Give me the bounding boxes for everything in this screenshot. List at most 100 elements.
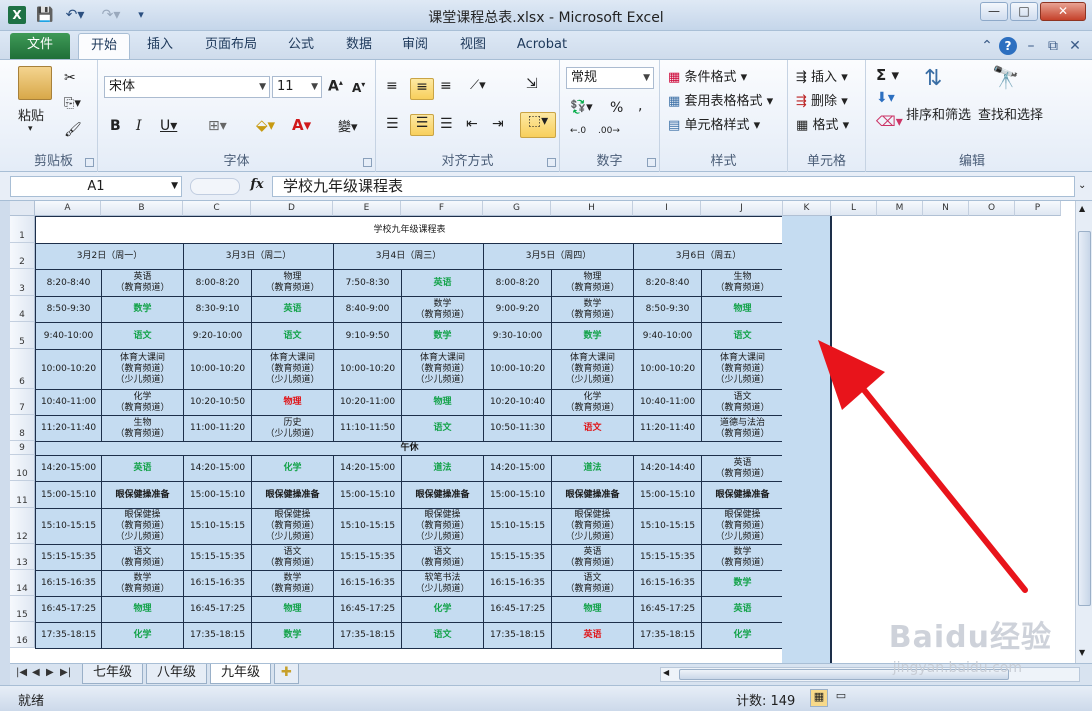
time-cell[interactable]: 11:20-11:40 bbox=[35, 415, 102, 442]
column-header-j[interactable]: J bbox=[701, 201, 783, 216]
time-cell[interactable]: 16:15-16:35 bbox=[333, 570, 402, 597]
help-icon[interactable]: ? bbox=[999, 37, 1017, 55]
subject-cell[interactable]: 眼保健操准备 bbox=[551, 481, 634, 509]
time-cell[interactable]: 10:00-10:20 bbox=[333, 349, 402, 390]
shrink-font-icon[interactable]: A▾ bbox=[352, 80, 365, 95]
vertical-scrollbar[interactable]: ▲ ▼ bbox=[1075, 201, 1092, 663]
doc-minimize-icon[interactable]: – bbox=[1022, 37, 1040, 55]
time-cell[interactable]: 16:15-16:35 bbox=[633, 570, 702, 597]
time-cell[interactable]: 14:20-15:00 bbox=[483, 455, 552, 482]
decrease-indent-icon[interactable]: ⇤ bbox=[466, 116, 478, 132]
column-header-k[interactable]: K bbox=[783, 201, 831, 216]
currency-icon[interactable]: 💱▾ bbox=[570, 100, 593, 115]
tab-formulas[interactable]: 公式 bbox=[278, 33, 324, 59]
subject-cell[interactable]: 英语 bbox=[551, 622, 634, 649]
subject-cell[interactable]: 英语 bbox=[251, 296, 334, 323]
row-header-12[interactable]: 12 bbox=[10, 508, 35, 544]
time-cell[interactable]: 15:00-15:10 bbox=[633, 481, 702, 509]
subject-cell[interactable]: 眼保健操准备 bbox=[401, 481, 484, 509]
time-cell[interactable]: 14:20-14:40 bbox=[633, 455, 702, 482]
worksheet-grid[interactable]: ABCDEFGHIJKLMNOP 1 2 3 4 5 6 7 8 9 10 11 12 13 14 15 16… bbox=[10, 201, 1075, 663]
time-cell[interactable]: 8:00-8:20 bbox=[183, 269, 252, 297]
orientation-icon[interactable]: ⟋▾ bbox=[470, 78, 486, 93]
sort-filter-icon[interactable]: ⇅ bbox=[924, 66, 942, 91]
subject-cell[interactable]: 眼保健操 （教育频道） （少儿频道） bbox=[101, 508, 184, 545]
delete-cells-button[interactable]: ⇶ 删除 ▾ bbox=[796, 90, 848, 109]
time-cell[interactable]: 16:45-17:25 bbox=[183, 596, 252, 623]
clipboard-launcher-icon[interactable] bbox=[85, 158, 94, 167]
subject-cell[interactable]: 化学 （教育频道） bbox=[101, 389, 184, 416]
time-cell[interactable]: 15:10-15:15 bbox=[183, 508, 252, 545]
autosum-icon[interactable]: Σ ▾ bbox=[876, 66, 899, 84]
subject-cell[interactable]: 眼保健操 （教育频道） （少儿频道） bbox=[251, 508, 334, 545]
column-header-d[interactable]: D bbox=[251, 201, 333, 216]
tab-review[interactable]: 审阅 bbox=[392, 33, 438, 59]
insert-cells-button[interactable]: ⇶ 插入 ▾ bbox=[796, 66, 848, 85]
subject-cell[interactable]: 化学 bbox=[401, 596, 484, 623]
column-header-a[interactable]: A bbox=[35, 201, 101, 216]
subject-cell[interactable]: 数学 bbox=[251, 622, 334, 649]
tab-file[interactable]: 文件 bbox=[10, 33, 70, 59]
subject-cell[interactable]: 数学 （教育频道） bbox=[251, 570, 334, 597]
day-header[interactable]: 3月4日（周三） bbox=[333, 243, 484, 270]
row-header-13[interactable]: 13 bbox=[10, 544, 35, 570]
time-cell[interactable]: 16:45-17:25 bbox=[333, 596, 402, 623]
subject-cell[interactable]: 英语 bbox=[700, 596, 785, 623]
align-top-icon[interactable]: ≡ bbox=[386, 78, 398, 94]
subject-cell[interactable]: 物理 bbox=[251, 389, 334, 416]
time-cell[interactable]: 11:20-11:40 bbox=[633, 415, 702, 442]
row-header-9[interactable]: 9 bbox=[10, 441, 35, 455]
wrap-text-icon[interactable]: ⇲ bbox=[526, 76, 538, 92]
time-cell[interactable]: 16:45-17:25 bbox=[35, 596, 102, 623]
time-cell[interactable]: 8:50-9:30 bbox=[633, 296, 702, 323]
subject-cell[interactable]: 语文 bbox=[101, 322, 184, 350]
subject-cell[interactable]: 英语 bbox=[401, 269, 484, 297]
time-cell[interactable]: 16:15-16:35 bbox=[35, 570, 102, 597]
subject-cell[interactable]: 化学 bbox=[700, 622, 785, 649]
last-sheet-icon[interactable]: ▶| bbox=[60, 667, 71, 678]
time-cell[interactable]: 15:00-15:10 bbox=[35, 481, 102, 509]
sheet-tab-grade8[interactable]: 八年级 bbox=[146, 664, 208, 684]
formula-divider-handle[interactable] bbox=[190, 178, 240, 195]
time-cell[interactable]: 11:10-11:50 bbox=[333, 415, 402, 442]
font-size-select[interactable]: 11 ▼ bbox=[272, 76, 322, 98]
tab-acrobat[interactable]: Acrobat bbox=[508, 33, 576, 59]
subject-cell[interactable]: 语文 （教育频道） bbox=[251, 544, 334, 571]
subject-cell[interactable]: 物理 bbox=[251, 596, 334, 623]
subject-cell[interactable]: 眼保健操准备 bbox=[101, 481, 184, 509]
row-header-15[interactable]: 15 bbox=[10, 596, 35, 622]
grow-font-icon[interactable]: A▴ bbox=[328, 78, 343, 95]
subject-cell[interactable]: 语文 （教育频道） bbox=[700, 389, 785, 416]
subject-cell[interactable]: 语文 （教育频道） bbox=[401, 544, 484, 571]
time-cell[interactable]: 10:50-11:30 bbox=[483, 415, 552, 442]
row-header-1[interactable]: 1 bbox=[10, 216, 35, 243]
decrease-decimal-icon[interactable]: .00→ bbox=[598, 126, 620, 136]
tab-home[interactable]: 开始 bbox=[78, 33, 130, 59]
prev-sheet-icon[interactable]: ◀ bbox=[32, 667, 40, 678]
time-cell[interactable]: 15:15-15:35 bbox=[483, 544, 552, 571]
column-header-e[interactable]: E bbox=[333, 201, 401, 216]
subject-cell[interactable]: 数学 （教育频道） bbox=[401, 296, 484, 323]
align-center-icon[interactable]: ☰ bbox=[410, 114, 434, 136]
time-cell[interactable]: 8:40-9:00 bbox=[333, 296, 402, 323]
time-cell[interactable]: 10:20-10:40 bbox=[483, 389, 552, 416]
day-header[interactable]: 3月6日（周五） bbox=[632, 243, 785, 270]
format-painter-icon[interactable]: 🖌 bbox=[64, 122, 82, 138]
subject-cell[interactable]: 语文 （教育频道） bbox=[551, 570, 634, 597]
row-header-6[interactable]: 6 bbox=[10, 349, 35, 389]
time-cell[interactable]: 9:40-10:00 bbox=[35, 322, 102, 350]
font-launcher-icon[interactable] bbox=[363, 158, 372, 167]
page-layout-view-icon[interactable]: ▭ bbox=[832, 689, 850, 707]
time-cell[interactable]: 8:00-8:20 bbox=[483, 269, 552, 297]
time-cell[interactable]: 17:35-18:15 bbox=[483, 622, 552, 649]
time-cell[interactable]: 15:00-15:10 bbox=[483, 481, 552, 509]
day-header[interactable]: 3月2日（周一） bbox=[35, 243, 184, 270]
paste-button[interactable]: 粘贴 bbox=[18, 105, 44, 124]
subject-cell[interactable]: 英语 （教育频道） bbox=[551, 544, 634, 571]
bold-icon[interactable]: B bbox=[110, 118, 121, 134]
time-cell[interactable]: 14:20-15:00 bbox=[183, 455, 252, 482]
time-cell[interactable]: 17:35-18:15 bbox=[35, 622, 102, 649]
time-cell[interactable]: 10:40-11:00 bbox=[633, 389, 702, 416]
time-cell[interactable]: 8:50-9:30 bbox=[35, 296, 102, 323]
subject-cell[interactable]: 英语 bbox=[101, 455, 184, 482]
